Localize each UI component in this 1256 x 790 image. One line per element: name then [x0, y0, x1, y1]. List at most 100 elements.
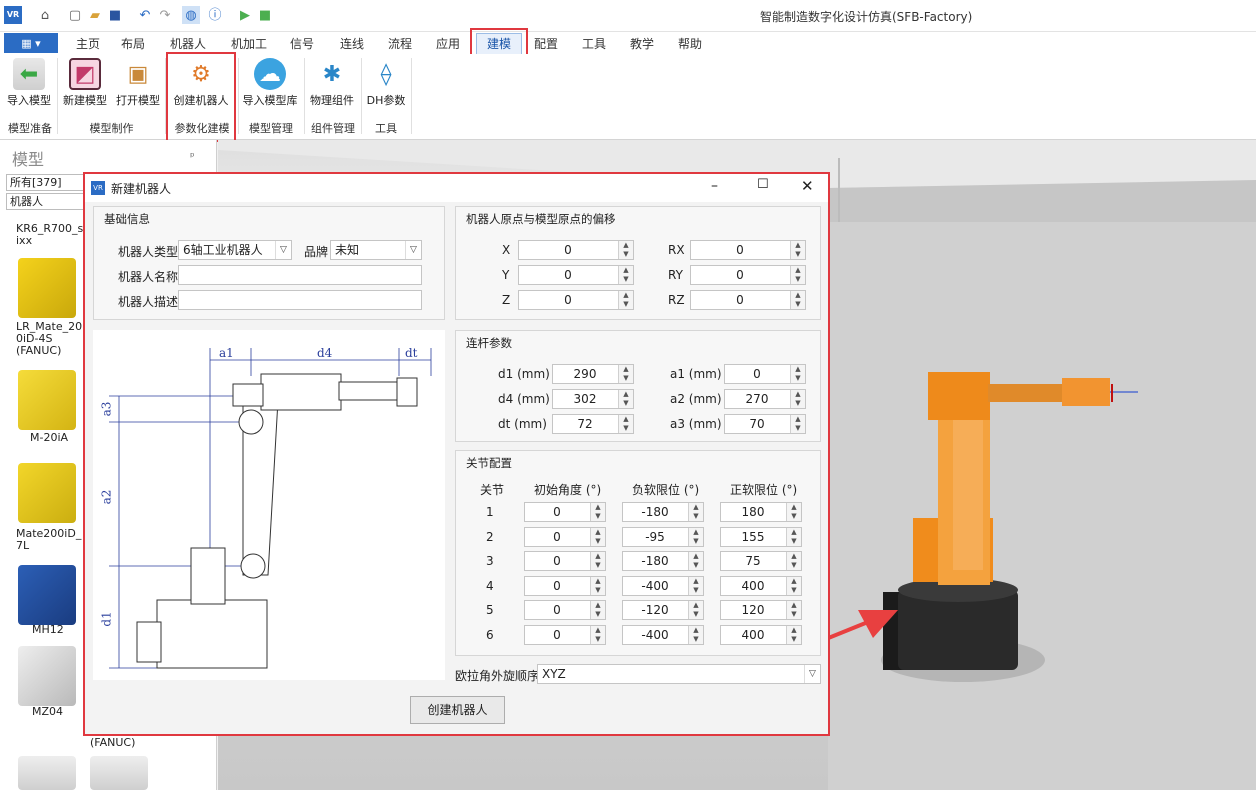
- spin-arrows-icon[interactable]: ▲ ▼: [590, 503, 605, 521]
- offset-rx-spinner[interactable]: 0 ▲ ▼: [690, 240, 806, 260]
- create-robot-submit-button[interactable]: 创建机器人: [410, 696, 505, 724]
- tab-config[interactable]: 配置: [534, 35, 558, 52]
- robot-thumbnail[interactable]: [18, 370, 76, 430]
- spin-arrows-icon[interactable]: ▲ ▼: [786, 503, 801, 521]
- list-item-mh12[interactable]: MH12: [32, 624, 64, 636]
- joint-neg-limit-spinner[interactable]: -180 ▲ ▼: [622, 551, 704, 572]
- tab-tools[interactable]: 工具: [582, 35, 606, 52]
- tab-connection[interactable]: 连线: [340, 35, 364, 52]
- spin-arrows-icon[interactable]: ▲ ▼: [790, 365, 805, 383]
- info-icon[interactable]: ⓘ: [206, 6, 224, 24]
- spin-arrows-icon[interactable]: ▲ ▼: [688, 527, 703, 546]
- dt-spinner[interactable]: 72 ▲ ▼: [552, 414, 634, 434]
- tab-teaching[interactable]: 教学: [630, 35, 654, 52]
- home-icon[interactable]: ⌂: [36, 6, 54, 24]
- robot-thumbnail[interactable]: [18, 258, 76, 318]
- d4-spinner[interactable]: 302 ▲ ▼: [552, 389, 634, 409]
- offset-rz-spinner[interactable]: 0 ▲ ▼: [690, 290, 806, 310]
- tab-help[interactable]: 帮助: [678, 35, 702, 52]
- spin-arrows-icon[interactable]: ▲ ▼: [618, 415, 633, 433]
- joint-neg-limit-spinner[interactable]: -400 ▲ ▼: [622, 625, 704, 645]
- joint-initial-angle-spinner[interactable]: 0 ▲ ▼: [524, 502, 606, 522]
- tab-layout[interactable]: 布局: [121, 35, 145, 52]
- joint-neg-limit-spinner[interactable]: -95 ▲ ▼: [622, 526, 704, 547]
- spin-arrows-icon[interactable]: ▲ ▼: [618, 266, 633, 284]
- joint-pos-limit-spinner[interactable]: 400 ▲ ▼: [720, 575, 802, 596]
- spin-arrows-icon[interactable]: ▲ ▼: [590, 626, 605, 644]
- list-item-kr6[interactable]: KR6_R700_s ixx: [16, 223, 84, 247]
- joint-initial-angle-spinner[interactable]: 0 ▲ ▼: [524, 526, 606, 547]
- filter-combo[interactable]: 所有[379]: [6, 174, 84, 191]
- joint-neg-limit-spinner[interactable]: -180 ▲ ▼: [622, 502, 704, 522]
- pin-icon[interactable]: ᵖ: [190, 150, 195, 163]
- spin-arrows-icon[interactable]: ▲ ▼: [786, 601, 801, 620]
- tab-machining[interactable]: 机加工: [231, 35, 267, 52]
- save-icon[interactable]: ■: [106, 6, 124, 24]
- tab-modeling[interactable]: 建模: [476, 33, 522, 55]
- spin-arrows-icon[interactable]: ▲ ▼: [786, 552, 801, 571]
- joint-initial-angle-spinner[interactable]: 0 ▲ ▼: [524, 575, 606, 596]
- open-model-button[interactable]: ▣ 打开模型: [112, 58, 164, 108]
- physics-component-button[interactable]: ✱ 物理组件: [306, 58, 358, 108]
- robot-type-select[interactable]: 6轴工业机器人 ▽: [178, 240, 292, 260]
- offset-z-spinner[interactable]: 0 ▲ ▼: [518, 290, 634, 310]
- euler-order-select[interactable]: XYZ ▽: [537, 664, 821, 684]
- spin-arrows-icon[interactable]: ▲ ▼: [790, 241, 805, 259]
- stop-icon[interactable]: ■: [256, 6, 274, 24]
- spin-arrows-icon[interactable]: ▲ ▼: [618, 291, 633, 309]
- spin-arrows-icon[interactable]: ▲ ▼: [688, 503, 703, 521]
- joint-pos-limit-spinner[interactable]: 155 ▲ ▼: [720, 526, 802, 547]
- tab-application[interactable]: 应用: [436, 35, 460, 52]
- spin-arrows-icon[interactable]: ▲ ▼: [790, 415, 805, 433]
- list-item-mate200id[interactable]: Mate200iD_ 7L: [16, 528, 86, 552]
- robot-thumbnail[interactable]: [90, 756, 148, 790]
- d1-spinner[interactable]: 290 ▲ ▼: [552, 364, 634, 384]
- joint-initial-angle-spinner[interactable]: 0 ▲ ▼: [524, 600, 606, 621]
- offset-y-spinner[interactable]: 0 ▲ ▼: [518, 265, 634, 285]
- spin-arrows-icon[interactable]: ▲ ▼: [786, 626, 801, 644]
- spin-arrows-icon[interactable]: ▲ ▼: [590, 601, 605, 620]
- tab-process[interactable]: 流程: [388, 35, 412, 52]
- minimize-icon[interactable]: –: [711, 178, 718, 194]
- tab-signal[interactable]: 信号: [290, 35, 314, 52]
- list-item-lr-mate[interactable]: LR_Mate_20 0iD-4S (FANUC): [16, 321, 86, 357]
- joint-pos-limit-spinner[interactable]: 400 ▲ ▼: [720, 625, 802, 645]
- a3-spinner[interactable]: 70 ▲ ▼: [724, 414, 806, 434]
- open-folder-icon[interactable]: ▰: [86, 6, 104, 24]
- a2-spinner[interactable]: 270 ▲ ▼: [724, 389, 806, 409]
- spin-arrows-icon[interactable]: ▲ ▼: [688, 626, 703, 644]
- spin-arrows-icon[interactable]: ▲ ▼: [790, 390, 805, 408]
- close-icon[interactable]: ✕: [801, 177, 814, 195]
- joint-initial-angle-spinner[interactable]: 0 ▲ ▼: [524, 625, 606, 645]
- spin-arrows-icon[interactable]: ▲ ▼: [688, 576, 703, 595]
- a1-spinner[interactable]: 0 ▲ ▼: [724, 364, 806, 384]
- robot-thumbnail[interactable]: [18, 646, 76, 706]
- joint-pos-limit-spinner[interactable]: 75 ▲ ▼: [720, 551, 802, 572]
- list-item-fanuc[interactable]: (FANUC): [90, 737, 135, 749]
- spin-arrows-icon[interactable]: ▲ ▼: [688, 601, 703, 620]
- spin-arrows-icon[interactable]: ▲ ▼: [590, 552, 605, 571]
- spin-arrows-icon[interactable]: ▲ ▼: [786, 527, 801, 546]
- robot-thumbnail[interactable]: [18, 756, 76, 790]
- spin-arrows-icon[interactable]: ▲ ▼: [786, 576, 801, 595]
- list-item-mz04[interactable]: MZ04: [32, 706, 63, 718]
- globe-icon[interactable]: ◍: [182, 6, 200, 24]
- robot-name-input[interactable]: [178, 265, 422, 285]
- robot-desc-input[interactable]: [178, 290, 422, 310]
- import-library-button[interactable]: ☁ 导入模型库: [240, 58, 300, 108]
- list-item-m20ia[interactable]: M-20iA: [30, 432, 68, 444]
- spin-arrows-icon[interactable]: ▲ ▼: [618, 241, 633, 259]
- play-icon[interactable]: ▶: [236, 6, 254, 24]
- file-menu-button[interactable]: ▦ ▾: [4, 33, 58, 53]
- app-logo-icon[interactable]: VR: [4, 6, 22, 24]
- spin-arrows-icon[interactable]: ▲ ▼: [618, 390, 633, 408]
- spin-arrows-icon[interactable]: ▲ ▼: [790, 291, 805, 309]
- import-model-button[interactable]: ⬅ 导入模型: [3, 58, 55, 108]
- spin-arrows-icon[interactable]: ▲ ▼: [688, 552, 703, 571]
- dh-params-button[interactable]: ⟠ DH参数: [363, 58, 409, 108]
- spin-arrows-icon[interactable]: ▲ ▼: [618, 365, 633, 383]
- robot-thumbnail[interactable]: [18, 565, 76, 625]
- joint-neg-limit-spinner[interactable]: -400 ▲ ▼: [622, 575, 704, 596]
- new-file-icon[interactable]: ▢: [66, 6, 84, 24]
- brand-select[interactable]: 未知 ▽: [330, 240, 422, 260]
